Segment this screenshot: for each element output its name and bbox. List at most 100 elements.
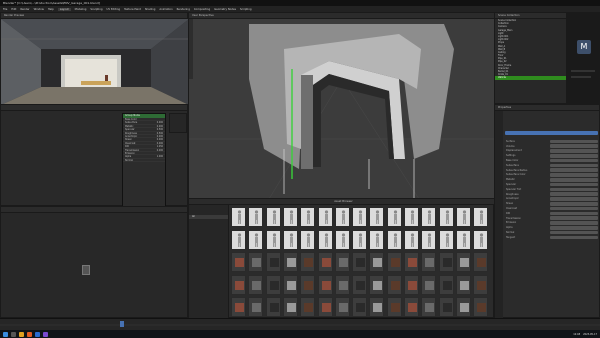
asset-thumbnail[interactable] (473, 252, 489, 272)
asset-thumbnail[interactable] (231, 229, 246, 250)
property-field[interactable] (550, 177, 598, 182)
asset-thumbnail[interactable] (282, 207, 298, 227)
property-field[interactable] (550, 168, 598, 172)
asset-thumbnail[interactable] (300, 274, 316, 295)
asset-thumbnail[interactable] (334, 252, 350, 272)
asset-thumbnail[interactable] (438, 274, 454, 295)
timeline[interactable] (0, 318, 600, 330)
asset-thumbnail[interactable] (282, 252, 298, 272)
menu-item-texture-paint[interactable]: Texture Paint (124, 8, 141, 11)
asset-thumbnail[interactable] (248, 229, 264, 250)
asset-thumbnail[interactable] (317, 274, 333, 295)
asset-thumbnail[interactable] (231, 207, 246, 227)
property-field[interactable] (550, 182, 598, 187)
viewport-toolbar[interactable] (189, 19, 193, 79)
asset-thumbnail[interactable] (334, 274, 350, 295)
asset-thumbnail[interactable] (404, 207, 419, 227)
menu-item-layout[interactable]: Layout (57, 7, 71, 11)
asset-thumbnail[interactable] (404, 252, 419, 272)
asset-thumbnail[interactable] (473, 274, 489, 295)
asset-thumbnail[interactable] (369, 297, 385, 317)
asset-thumbnail[interactable] (473, 207, 489, 227)
blender-icon[interactable] (27, 331, 32, 337)
property-field[interactable] (550, 235, 598, 240)
asset-thumbnail[interactable] (421, 297, 437, 317)
asset-thumbnail[interactable] (473, 297, 489, 317)
asset-thumbnail[interactable] (421, 252, 437, 272)
asset-thumbnail[interactable] (248, 297, 264, 317)
asset-thumbnail[interactable] (248, 274, 264, 295)
asset-thumbnail[interactable] (231, 297, 246, 317)
menu-item-help[interactable]: Help (48, 8, 54, 11)
asset-thumbnail[interactable] (421, 207, 437, 227)
asset-thumbnail[interactable] (300, 297, 316, 317)
asset-thumbnail[interactable] (352, 297, 368, 317)
material-slot-selected[interactable] (505, 131, 598, 135)
asset-thumbnail[interactable] (404, 274, 419, 295)
property-field[interactable] (550, 139, 598, 144)
asset-thumbnail[interactable] (265, 207, 281, 227)
asset-thumbnail[interactable] (265, 297, 281, 317)
property-field[interactable] (550, 206, 598, 211)
property-field[interactable] (550, 230, 598, 235)
asset-thumbnail[interactable] (282, 274, 298, 295)
start-icon[interactable] (3, 331, 8, 337)
asset-thumbnail[interactable] (455, 297, 471, 317)
asset-thumbnail[interactable] (421, 229, 437, 250)
property-field[interactable] (550, 192, 598, 196)
asset-thumbnail[interactable] (352, 229, 368, 250)
asset-thumbnail[interactable] (265, 252, 281, 272)
asset-thumbnail[interactable] (300, 229, 316, 250)
property-field[interactable] (550, 221, 598, 225)
asset-thumbnail[interactable] (248, 252, 264, 272)
property-field[interactable] (550, 201, 598, 206)
asset-thumbnail[interactable] (386, 274, 402, 295)
asset-thumbnail[interactable] (386, 252, 402, 272)
asset-thumbnail[interactable] (386, 229, 402, 250)
asset-thumbnail[interactable] (334, 207, 350, 227)
asset-thumbnail[interactable] (473, 229, 489, 250)
asset-thumbnail[interactable] (438, 229, 454, 250)
app-icon[interactable] (43, 331, 48, 337)
image-editor[interactable] (0, 206, 188, 318)
asset-thumbnail[interactable] (317, 207, 333, 227)
property-field[interactable] (550, 187, 598, 192)
asset-thumbnail[interactable] (421, 274, 437, 295)
asset-thumbnail[interactable] (438, 297, 454, 317)
asset-thumbnail[interactable] (282, 229, 298, 250)
render-preview-panel[interactable]: Render Preview (0, 12, 189, 105)
asset-thumbnail[interactable] (369, 274, 385, 295)
menu-item-window[interactable]: Window (34, 8, 44, 11)
property-field[interactable] (550, 173, 598, 177)
menu-item-render[interactable]: Render (20, 8, 29, 11)
property-field[interactable] (550, 144, 598, 148)
asset-thumbnail[interactable] (455, 274, 471, 295)
asset-thumbnail[interactable] (386, 297, 402, 317)
asset-thumbnail[interactable] (369, 252, 385, 272)
search-icon[interactable] (11, 331, 16, 337)
property-field[interactable] (550, 153, 598, 158)
property-field[interactable] (550, 197, 598, 201)
menu-item-uv-editing[interactable]: UV Editing (107, 8, 121, 11)
property-field[interactable] (550, 216, 598, 220)
asset-thumbnail[interactable] (438, 252, 454, 272)
menu-item-shading[interactable]: Shading (145, 8, 156, 11)
folder-icon[interactable] (19, 331, 24, 337)
asset-thumbnail[interactable] (317, 252, 333, 272)
menu-item-sculpting[interactable]: Sculpting (90, 8, 102, 11)
outliner[interactable]: Scene Collection Scene Collection Collect… (494, 12, 567, 104)
asset-thumbnail[interactable] (369, 207, 385, 227)
asset-thumbnail[interactable] (455, 207, 471, 227)
catalog-item-all[interactable]: All (189, 215, 228, 219)
3d-viewport[interactable]: User Perspective (188, 12, 495, 199)
asset-thumbnail[interactable] (369, 229, 385, 250)
asset-thumbnail[interactable] (231, 252, 246, 272)
asset-thumbnail[interactable] (455, 229, 471, 250)
property-field[interactable] (550, 149, 598, 153)
menu-item-scripting[interactable]: Scripting (240, 8, 252, 11)
asset-thumbnail[interactable] (282, 297, 298, 317)
asset-thumbnail[interactable] (317, 297, 333, 317)
property-field[interactable] (550, 163, 598, 168)
property-field[interactable] (550, 225, 598, 230)
asset-thumbnail[interactable] (334, 297, 350, 317)
